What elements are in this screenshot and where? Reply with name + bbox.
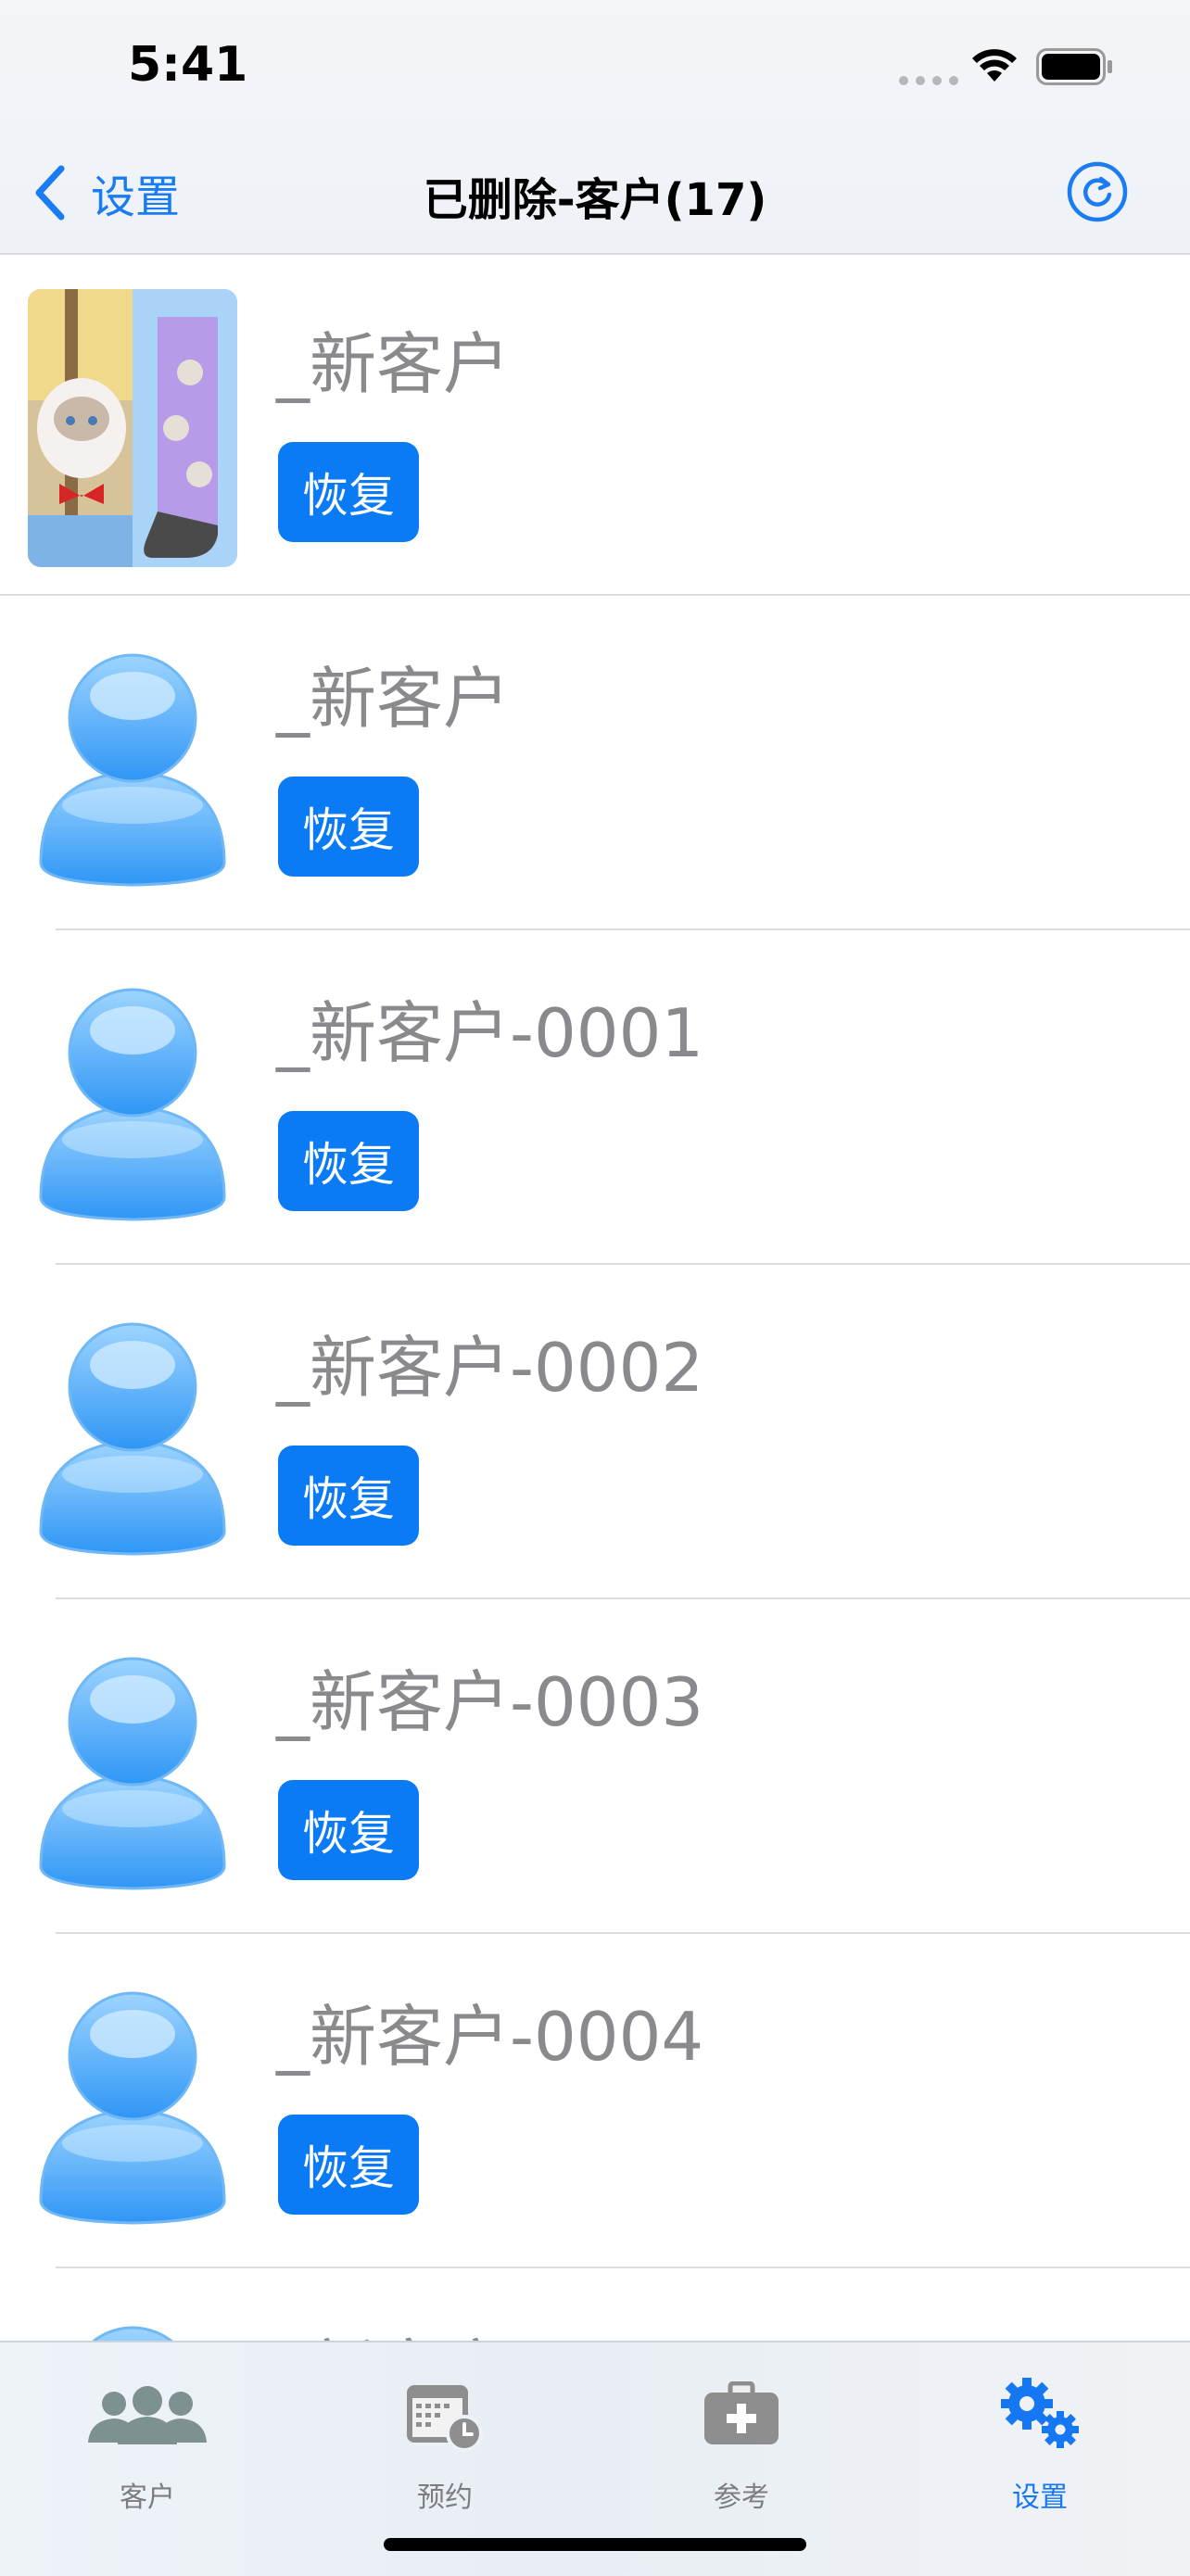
- customer-name: _新客户: [276, 660, 511, 738]
- refresh-button[interactable]: [1066, 160, 1129, 223]
- tab-label: 客户: [120, 2481, 175, 2514]
- list-item[interactable]: _新客户-0002 恢复: [39, 1265, 1190, 1599]
- customer-name: _新客户-0001: [276, 994, 704, 1072]
- list-item[interactable]: _新客户-0004 恢复: [56, 2268, 1190, 2341]
- customer-name: _新客户: [276, 325, 511, 403]
- person-avatar-icon: [39, 1322, 226, 1556]
- restore-button[interactable]: 恢复: [278, 1780, 419, 1880]
- person-avatar-icon: [39, 1657, 226, 1890]
- status-time: 5:41: [128, 37, 248, 93]
- battery-icon: [1036, 48, 1112, 85]
- customer-name: _新客户-0004: [276, 2317, 703, 2341]
- tab-settings[interactable]: 设置: [947, 2361, 1133, 2514]
- restore-button[interactable]: 恢复: [278, 442, 419, 542]
- list-item[interactable]: _新客户 恢复: [0, 261, 1190, 596]
- navigation-header: 5:41 设置 已删除-客户(17): [0, 0, 1190, 255]
- person-avatar-icon: [39, 988, 226, 1221]
- customer-name: _新客户-0004: [276, 1998, 704, 2076]
- list-item[interactable]: _新客户-0003 恢复: [39, 1599, 1190, 1934]
- home-indicator: [384, 2538, 806, 2551]
- list-item[interactable]: _新客户-0004 恢复: [39, 1934, 1190, 2268]
- tab-reference[interactable]: 参考: [649, 2361, 834, 2514]
- customer-photo: [28, 289, 237, 567]
- tab-label: 参考: [714, 2481, 769, 2514]
- list-item[interactable]: _新客户-0001 恢复: [39, 930, 1190, 1265]
- gears-icon: [1001, 2378, 1079, 2448]
- tab-customers[interactable]: 客户: [55, 2361, 240, 2514]
- page-title: 已删除-客户(17): [423, 174, 767, 226]
- people-icon: [88, 2386, 207, 2444]
- person-avatar-icon: [39, 653, 226, 887]
- restore-button[interactable]: 恢复: [278, 1446, 419, 1546]
- customer-name: _新客户-0003: [276, 1663, 704, 1741]
- list-item[interactable]: _新客户 恢复: [39, 596, 1190, 930]
- deleted-customers-list[interactable]: _新客户 恢复 _新客户 恢复 _新客户-0001 恢复 _新客户-0002 恢…: [0, 261, 1190, 2341]
- refresh-icon: [1067, 161, 1128, 222]
- customer-name: _新客户-0002: [276, 1329, 704, 1407]
- restore-button[interactable]: 恢复: [278, 777, 419, 877]
- tab-label: 预约: [417, 2481, 473, 2514]
- cellular-signal-icon: [899, 76, 958, 85]
- person-avatar-icon: [39, 1991, 226, 2225]
- medical-kit-icon: [704, 2380, 779, 2444]
- restore-button[interactable]: 恢复: [278, 2115, 419, 2215]
- tab-appointments[interactable]: 预约: [352, 2361, 538, 2514]
- tab-label: 设置: [1012, 2481, 1068, 2514]
- restore-button[interactable]: 恢复: [278, 1111, 419, 1211]
- wifi-icon: [972, 49, 1017, 82]
- person-avatar-icon: [92, 2326, 173, 2341]
- calendar-clock-icon: [407, 2385, 483, 2452]
